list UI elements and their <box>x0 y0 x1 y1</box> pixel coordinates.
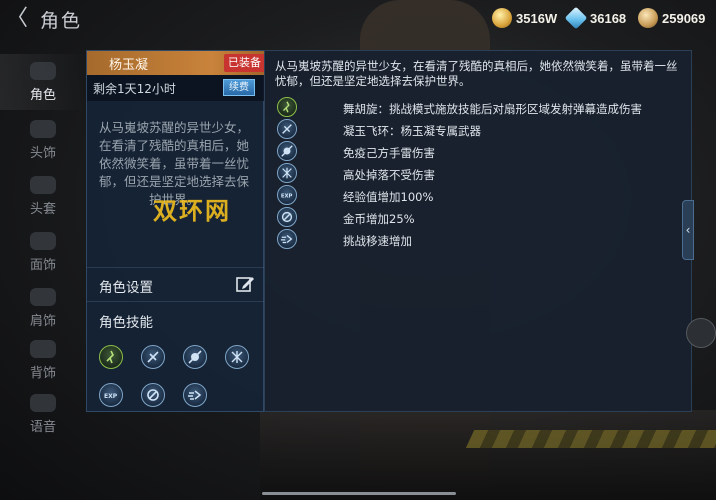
renew-button[interactable]: 续费 <box>223 79 255 96</box>
jade-ring-icon[interactable] <box>141 345 165 369</box>
sidebar-item-label: 头套 <box>29 202 56 217</box>
skill-row: 挑战移速增加 <box>277 229 687 251</box>
diamond-currency[interactable]: 36168 <box>564 6 627 30</box>
skill-row: EXP 经验值增加100% <box>277 185 687 207</box>
skill-description: 凝玉飞环：杨玉凝专属武器 <box>343 124 481 138</box>
sidebar: 角色 头饰 头套 面饰 肩饰 背饰 语音 <box>0 40 86 500</box>
back-button[interactable]: 〈 <box>6 6 30 32</box>
diamond-icon <box>564 6 588 30</box>
character-skills-label: 角色技能 <box>99 315 153 331</box>
coin-boost-icon[interactable] <box>141 383 165 407</box>
sidebar-item-back[interactable]: 背饰 <box>0 332 86 388</box>
gold-icon <box>492 8 512 28</box>
svg-text:EXP: EXP <box>280 193 292 199</box>
sidebar-item-voice[interactable]: 语音 <box>0 386 86 442</box>
character-name: 杨玉凝 <box>109 58 149 73</box>
skill-detail-panel: 从马嵬坡苏醒的异世少女，在看清了残酷的真相后，她依然微笑着，虽带着一丝忧郁，但还… <box>264 50 692 412</box>
sidebar-item-label: 头饰 <box>29 146 56 161</box>
back-accessory-icon <box>30 340 56 358</box>
skill-description: 金币增加25% <box>343 212 415 226</box>
sidebar-item-label: 肩饰 <box>29 314 56 329</box>
exp-icon: EXP <box>277 185 297 205</box>
coin-boost-icon <box>277 207 297 227</box>
edit-icon[interactable] <box>235 274 255 294</box>
sidebar-item-label: 背饰 <box>29 366 56 381</box>
dance-icon <box>277 97 297 117</box>
skill-row: 免疫己方手雷伤害 <box>277 141 687 163</box>
equipped-badge: 已装备 <box>224 54 265 72</box>
no-mine-icon <box>277 141 297 161</box>
gold-currency[interactable]: 3516W <box>492 7 557 29</box>
character-timer-bar: 剩余1天12小时 续费 <box>87 75 265 101</box>
character-settings-label: 角色设置 <box>99 280 153 296</box>
skill-description: 高处掉落不受伤害 <box>343 168 435 182</box>
divider <box>87 267 265 268</box>
sidebar-item-headwear[interactable]: 头饰 <box>0 112 86 168</box>
skill-row: 舞胡旋：挑战模式施放技能后对扇形区域发射弹幕造成伤害 <box>277 97 687 119</box>
sidebar-item-shoulder[interactable]: 肩饰 <box>0 280 86 336</box>
detail-description: 从马嵬坡苏醒的异世少女，在看清了残酷的真相后，她依然微笑着，虽带着一丝忧郁，但还… <box>275 59 678 88</box>
skill-row: 凝玉飞环：杨玉凝专属武器 <box>277 119 687 141</box>
jade-ring-icon <box>277 119 297 139</box>
divider <box>87 301 265 302</box>
top-bar: 〈 角色 3516W 36168 259069 <box>0 0 716 38</box>
round-action-button[interactable] <box>686 318 716 348</box>
skill-description: 经验值增加100% <box>343 190 434 204</box>
sidebar-item-character[interactable]: 角色 <box>0 54 86 110</box>
hood-icon <box>30 176 56 194</box>
skill-description: 挑战移速增加 <box>343 234 412 248</box>
skill-description: 免疫己方手雷伤害 <box>343 146 435 160</box>
background-warning-stripe <box>465 430 716 448</box>
skill-row: 金币增加25% <box>277 207 687 229</box>
collapse-panel-tab[interactable]: ‹ <box>682 200 694 260</box>
time-left: 剩余1天12小时 <box>93 82 176 96</box>
coin-icon <box>638 8 658 28</box>
no-fall-icon[interactable] <box>225 345 249 369</box>
speed-icon <box>277 229 297 249</box>
gold-amount: 3516W <box>516 10 558 26</box>
character-icon <box>30 62 56 80</box>
sidebar-item-label: 角色 <box>29 88 56 103</box>
svg-text:EXP: EXP <box>104 393 118 400</box>
shoulder-icon <box>30 288 56 306</box>
character-header: 杨玉凝 已装备 <box>87 51 265 75</box>
sidebar-item-label: 语音 <box>29 420 56 435</box>
sidebar-item-hood[interactable]: 头套 <box>0 168 86 224</box>
face-accessory-icon <box>30 232 56 250</box>
exp-icon[interactable]: EXP <box>99 383 123 407</box>
scrollbar[interactable] <box>262 492 456 495</box>
sidebar-item-face[interactable]: 面饰 <box>0 224 86 280</box>
skill-row: 高处掉落不受伤害 <box>277 163 687 185</box>
voice-icon <box>30 394 56 412</box>
sidebar-item-label: 面饰 <box>29 258 56 273</box>
character-settings-row[interactable]: 角色设置 <box>87 269 265 299</box>
coin-amount: 259069 <box>662 10 706 26</box>
character-panel: 杨玉凝 已装备 剩余1天12小时 续费 从马嵬坡苏醒的异世少女，在看清了残酷的真… <box>86 50 265 412</box>
coin-currency[interactable]: 259069 <box>638 7 705 29</box>
diamond-amount: 36168 <box>590 10 627 26</box>
speed-icon[interactable] <box>183 383 207 407</box>
skill-description: 舞胡旋：挑战模式施放技能后对扇形区域发射弹幕造成伤害 <box>343 102 642 116</box>
background-floor <box>260 410 716 500</box>
dance-icon[interactable] <box>99 345 123 369</box>
no-mine-icon[interactable] <box>183 345 207 369</box>
watermark: 双环网 <box>153 197 231 225</box>
headwear-icon <box>30 120 56 138</box>
page-title: 角色 <box>40 10 83 32</box>
no-fall-icon <box>277 163 297 183</box>
